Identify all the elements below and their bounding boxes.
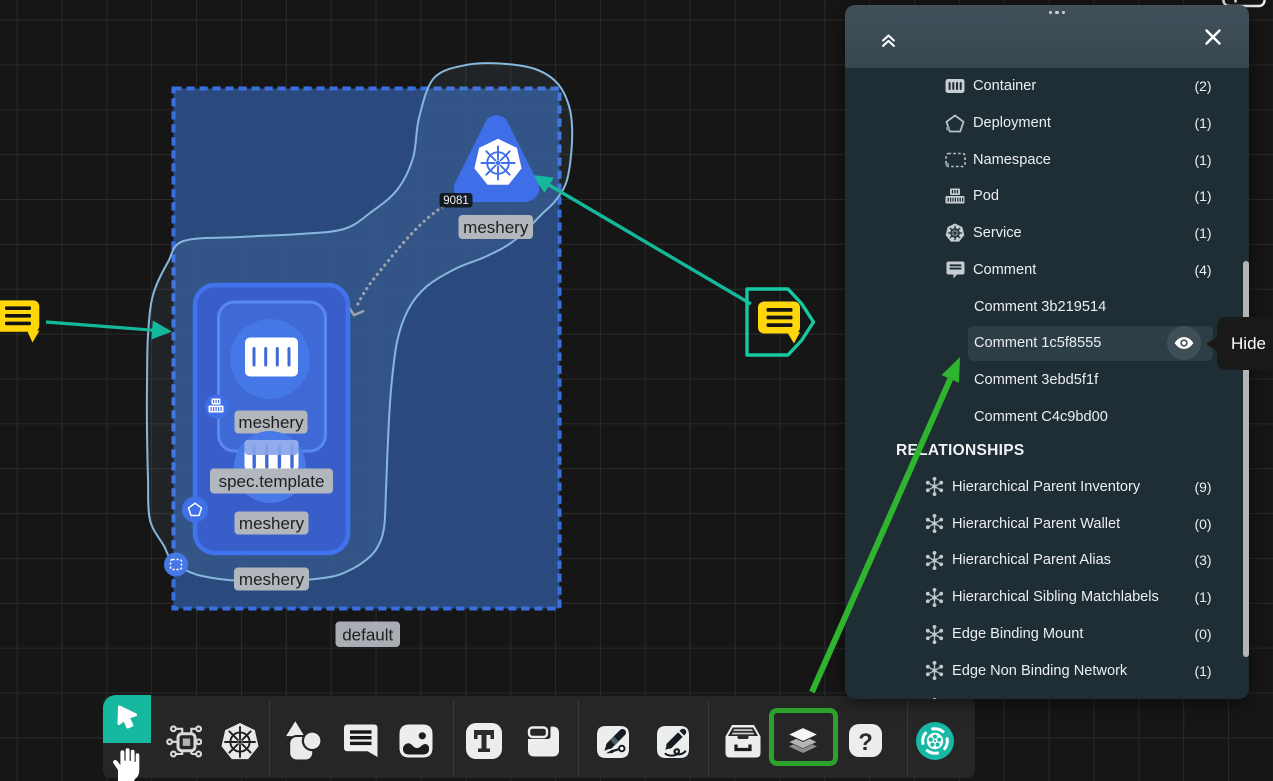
svg-text:meshery: meshery xyxy=(463,218,529,237)
svg-text:meshery: meshery xyxy=(238,413,304,432)
svg-text:spec.template: spec.template xyxy=(219,472,325,491)
svg-text:default: default xyxy=(342,625,393,644)
svg-text:?: ? xyxy=(858,728,873,755)
svg-text:9081: 9081 xyxy=(443,195,469,207)
svg-text:meshery: meshery xyxy=(239,514,305,533)
svg-text:meshery: meshery xyxy=(239,570,305,589)
